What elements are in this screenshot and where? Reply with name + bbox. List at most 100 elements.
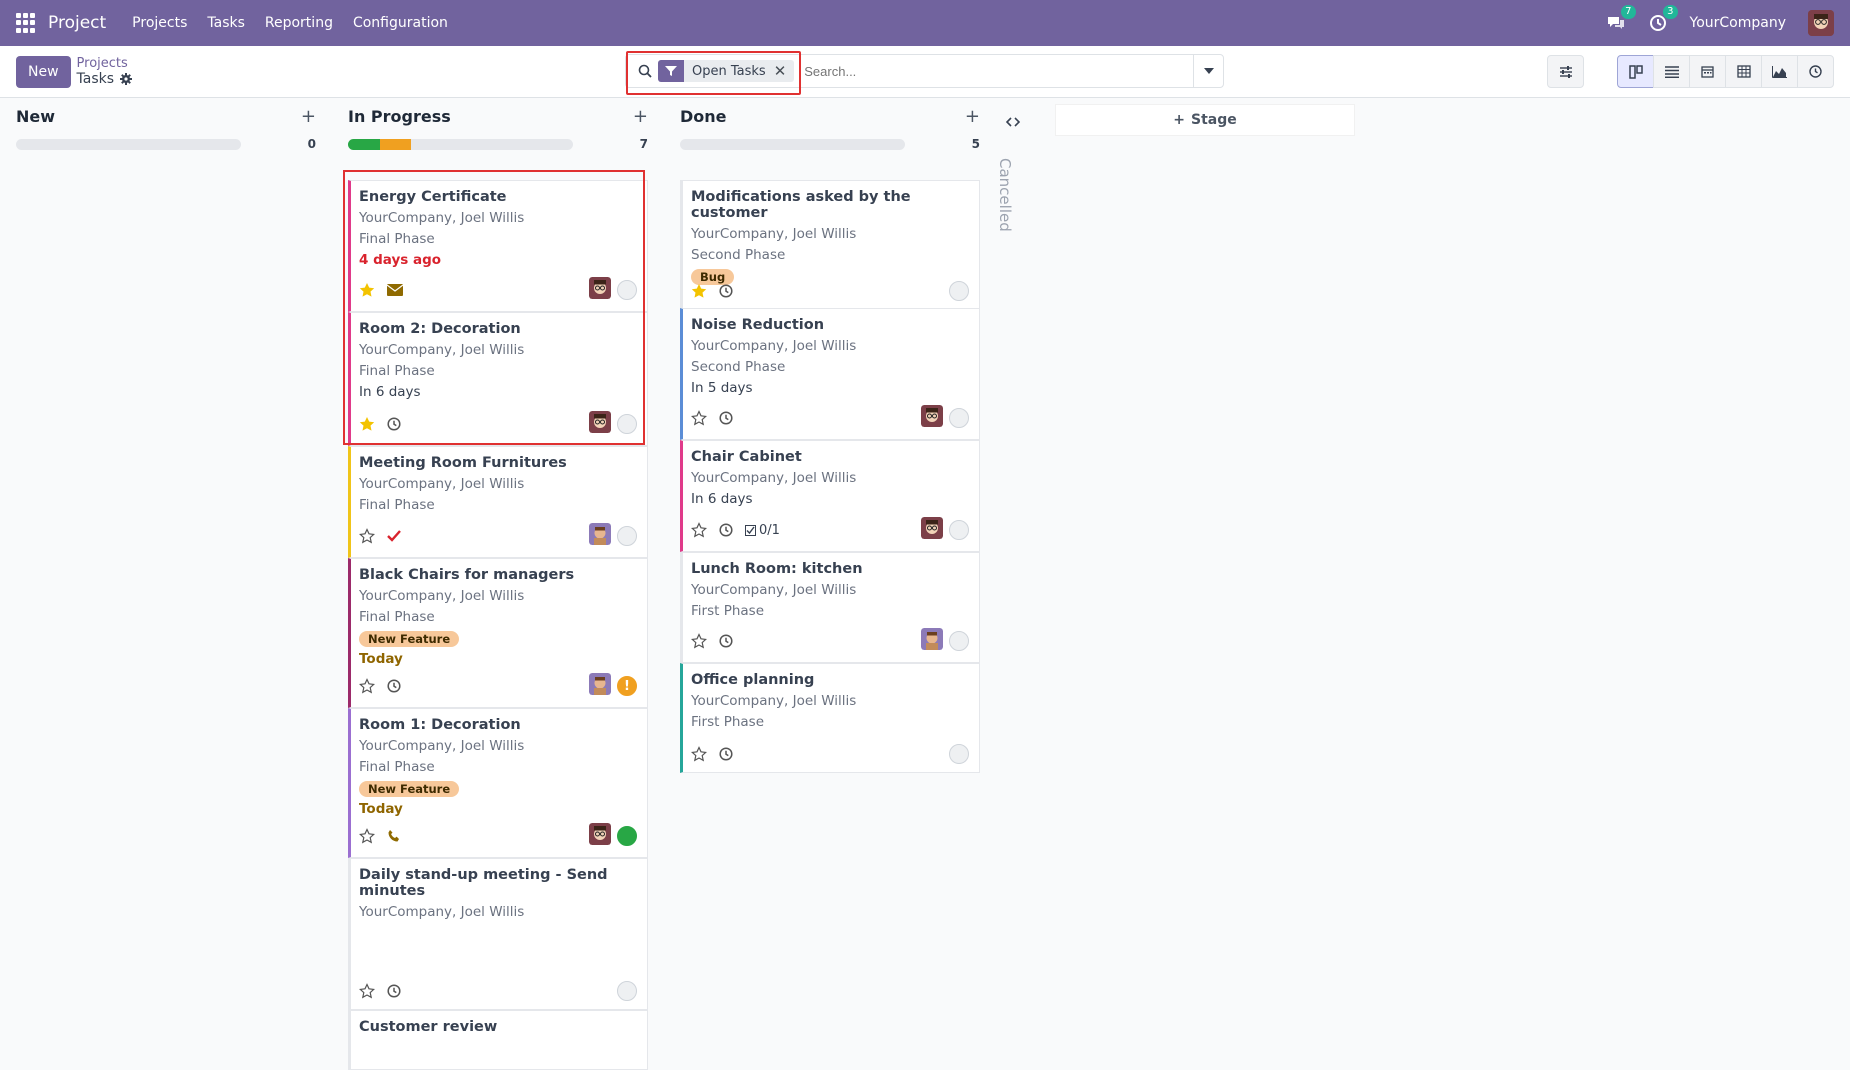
checkmark-icon[interactable] <box>387 530 401 542</box>
kanban-state-warning[interactable]: ! <box>617 676 637 696</box>
company-name[interactable]: YourCompany <box>1690 15 1787 31</box>
star-filled-icon[interactable] <box>691 283 707 299</box>
view-settings-button[interactable] <box>1547 55 1584 88</box>
column-count: 7 <box>639 137 648 151</box>
menu-projects[interactable]: Projects <box>132 15 187 31</box>
new-button[interactable]: New <box>16 55 71 88</box>
task-card[interactable]: Modifications asked by the customer YourC… <box>680 180 980 310</box>
menu-reporting[interactable]: Reporting <box>265 15 333 31</box>
phone-icon[interactable] <box>387 829 401 843</box>
sliders-icon <box>1559 65 1572 78</box>
pivot-view-button[interactable] <box>1725 55 1762 88</box>
kanban-state-done[interactable] <box>617 826 637 846</box>
add-stage-label: Stage <box>1190 112 1237 128</box>
gear-icon[interactable] <box>120 73 133 85</box>
kanban-state-normal[interactable] <box>949 631 969 651</box>
quick-create-icon[interactable]: + <box>633 106 648 127</box>
kanban-state-normal[interactable] <box>949 744 969 764</box>
task-deadline: Today <box>359 801 403 817</box>
star-icon[interactable] <box>691 633 707 649</box>
clock-icon[interactable] <box>719 411 733 425</box>
apps-menu-icon[interactable] <box>16 13 36 33</box>
graph-view-button[interactable] <box>1761 55 1798 88</box>
activities-badge: 3 <box>1663 5 1678 19</box>
star-icon[interactable] <box>691 522 707 538</box>
task-customer: YourCompany, Joel Willis <box>359 210 525 226</box>
search-options-toggle[interactable] <box>1193 55 1223 87</box>
star-icon[interactable] <box>691 746 707 762</box>
user-avatar[interactable] <box>1808 10 1834 36</box>
task-card[interactable]: Lunch Room: kitchen YourCompany, Joel Wil… <box>680 552 980 663</box>
assignee-avatar[interactable] <box>921 405 943 431</box>
kanban-state-normal[interactable] <box>617 414 637 434</box>
task-card[interactable]: Customer review <box>348 1010 648 1070</box>
assignee-avatar[interactable] <box>589 673 611 699</box>
star-filled-icon[interactable] <box>359 416 375 432</box>
unfold-column-icon[interactable] <box>1005 112 1021 131</box>
progress-segment-on-track[interactable] <box>348 138 380 150</box>
task-title: Modifications asked by the customer <box>691 189 911 221</box>
task-card[interactable]: Energy Certificate YourCompany, Joel Will… <box>348 180 648 312</box>
task-card[interactable]: Room 2: Decoration YourCompany, Joel Will… <box>348 312 648 446</box>
clock-icon[interactable] <box>719 284 733 298</box>
calendar-view-button[interactable] <box>1689 55 1726 88</box>
activity-view-button[interactable] <box>1797 55 1834 88</box>
search-input[interactable] <box>804 63 1193 79</box>
envelope-icon[interactable] <box>387 284 403 296</box>
star-icon[interactable] <box>359 983 375 999</box>
assignee-avatar[interactable] <box>589 523 611 549</box>
app-name[interactable]: Project <box>48 13 106 33</box>
task-card[interactable]: Black Chairs for managers YourCompany, Jo… <box>348 558 648 708</box>
column-title: New <box>16 106 56 126</box>
task-card[interactable]: Office planning YourCompany, Joel Willis F… <box>680 663 980 773</box>
column-progressbar[interactable] <box>16 138 241 150</box>
quick-create-icon[interactable]: + <box>301 106 316 127</box>
assignee-avatar[interactable] <box>589 277 611 303</box>
assignee-avatar[interactable] <box>589 823 611 849</box>
star-icon[interactable] <box>359 678 375 694</box>
task-card[interactable]: Room 1: Decoration YourCompany, Joel Will… <box>348 708 648 858</box>
subtasks-counter[interactable]: 0/1 <box>745 523 780 538</box>
clock-icon[interactable] <box>387 984 401 998</box>
assignee-avatar[interactable] <box>589 411 611 437</box>
clock-icon[interactable] <box>387 679 401 693</box>
progress-segment-at-risk[interactable] <box>379 138 411 150</box>
column-cancelled-folded[interactable]: Cancelled <box>996 158 1014 232</box>
list-icon <box>1664 65 1679 78</box>
clock-icon[interactable] <box>719 747 733 761</box>
menu-tasks[interactable]: Tasks <box>207 15 245 31</box>
kanban-state-normal[interactable] <box>949 408 969 428</box>
task-customer: YourCompany, Joel Willis <box>691 470 857 486</box>
star-icon[interactable] <box>359 528 375 544</box>
star-icon[interactable] <box>359 828 375 844</box>
menu-configuration[interactable]: Configuration <box>353 15 448 31</box>
task-card[interactable]: Meeting Room Furnitures YourCompany, Joel… <box>348 446 648 558</box>
task-card[interactable]: Noise Reduction YourCompany, Joel Willis S… <box>680 308 980 440</box>
top-navbar: Project Projects Tasks Reporting Configu… <box>0 0 1850 46</box>
kanban-state-normal[interactable] <box>617 280 637 300</box>
assignee-avatar[interactable] <box>921 517 943 543</box>
clock-icon[interactable] <box>387 417 401 431</box>
task-title: Lunch Room: kitchen <box>691 561 863 577</box>
star-icon[interactable] <box>691 410 707 426</box>
clock-icon[interactable] <box>719 523 733 537</box>
messages-icon[interactable]: 7 <box>1606 5 1636 33</box>
kanban-view-button[interactable] <box>1617 55 1654 88</box>
activities-icon[interactable]: 3 <box>1648 5 1678 33</box>
kanban-state-normal[interactable] <box>949 281 969 301</box>
assignee-avatar[interactable] <box>921 628 943 654</box>
clock-icon[interactable] <box>719 634 733 648</box>
add-stage-button[interactable]: + Stage <box>1055 104 1355 136</box>
column-progressbar[interactable] <box>680 138 905 150</box>
star-filled-icon[interactable] <box>359 282 375 298</box>
list-view-button[interactable] <box>1653 55 1690 88</box>
task-card[interactable]: Chair Cabinet YourCompany, Joel Willis In … <box>680 440 980 552</box>
breadcrumb-projects[interactable]: Projects <box>77 56 133 71</box>
column-progressbar[interactable] <box>348 138 573 150</box>
task-title: Customer review <box>359 1019 498 1035</box>
task-card[interactable]: Daily stand-up meeting - Send minutes You… <box>348 858 648 1010</box>
kanban-state-normal[interactable] <box>617 526 637 546</box>
kanban-state-normal[interactable] <box>617 981 637 1001</box>
kanban-state-normal[interactable] <box>949 520 969 540</box>
quick-create-icon[interactable]: + <box>965 106 980 127</box>
